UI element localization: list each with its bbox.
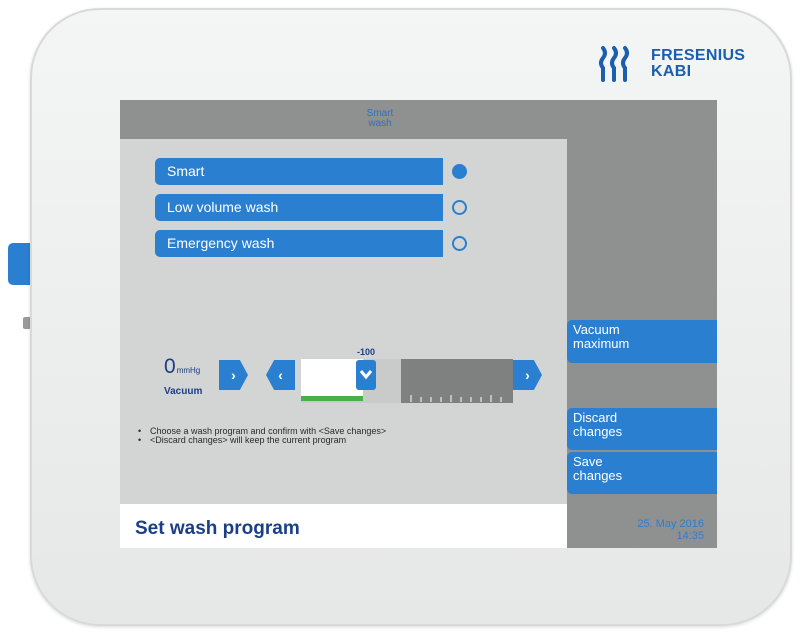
fresenius-logo-icon bbox=[597, 44, 637, 84]
time-label: 14:35 bbox=[676, 530, 704, 542]
program-button-low-volume-wash[interactable]: Low volume wash bbox=[155, 194, 443, 221]
vacuum-slider[interactable] bbox=[301, 359, 513, 403]
discard-changes-button[interactable]: Discard changes bbox=[567, 408, 717, 450]
save-changes-line1: Save bbox=[573, 454, 603, 469]
fresenius-kabi-logo: FRESENIUS KABI bbox=[597, 44, 745, 84]
discard-changes-line2: changes bbox=[573, 424, 623, 439]
slider-left-button[interactable]: ‹ bbox=[266, 360, 295, 390]
date-label: 25. May 2016 bbox=[637, 518, 704, 530]
vacuum-maximum-line1: Vacuum bbox=[573, 322, 620, 337]
discard-changes-line1: Discard bbox=[573, 410, 618, 425]
main-panel: Smart Low volume wash Emergency wash 0mm… bbox=[120, 139, 567, 548]
slider-value-label: -100 bbox=[357, 347, 376, 357]
program-button-smart[interactable]: Smart bbox=[155, 158, 443, 185]
radio-low-volume-wash[interactable] bbox=[452, 200, 467, 215]
device-side-button[interactable] bbox=[8, 243, 30, 285]
slider-right-button[interactable]: › bbox=[513, 360, 542, 390]
brand-line2: KABI bbox=[651, 63, 692, 80]
vacuum-maximum-line2: maximum bbox=[573, 336, 630, 351]
radio-emergency-wash[interactable] bbox=[452, 236, 467, 251]
touch-screen: Smart wash Smart Low volume wash Emergen… bbox=[120, 100, 717, 548]
vacuum-label: Vacuum bbox=[164, 386, 203, 397]
radio-smart-selected[interactable] bbox=[452, 164, 467, 179]
current-program-line2: wash bbox=[368, 118, 392, 129]
bottom-title-bar: Set wash program bbox=[120, 504, 567, 548]
vacuum-value: 0 bbox=[164, 355, 176, 378]
page-title: Set wash program bbox=[135, 518, 300, 539]
save-changes-line2: changes bbox=[573, 468, 623, 483]
datetime-display: 25. May 2016 14:35 bbox=[600, 518, 704, 542]
save-changes-button[interactable]: Save changes bbox=[567, 452, 717, 494]
current-program-indicator: Smart wash bbox=[350, 109, 410, 129]
vacuum-increase-button[interactable]: › bbox=[219, 360, 248, 390]
vacuum-unit: mmHg bbox=[176, 366, 201, 375]
program-button-emergency-wash[interactable]: Emergency wash bbox=[155, 230, 443, 257]
instructions: Choose a wash program and confirm with <… bbox=[138, 427, 386, 446]
brand-line1: FRESENIUS bbox=[651, 47, 746, 64]
slider-thumb[interactable] bbox=[356, 360, 376, 390]
vacuum-maximum-button[interactable]: Vacuum maximum bbox=[567, 320, 717, 363]
vacuum-readout: 0mmHg bbox=[164, 355, 200, 379]
top-bar: Smart wash bbox=[120, 100, 717, 139]
hint-2: <Discard changes> will keep the current … bbox=[138, 436, 386, 446]
